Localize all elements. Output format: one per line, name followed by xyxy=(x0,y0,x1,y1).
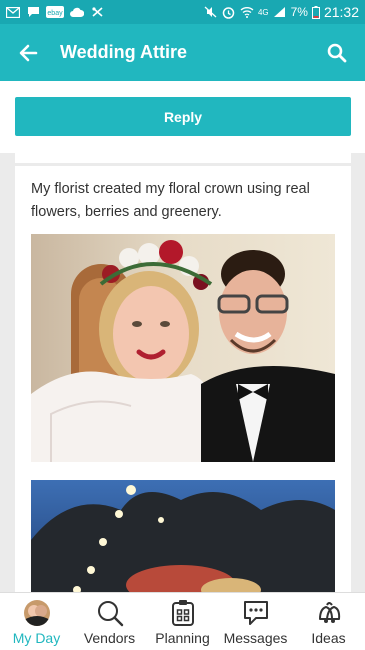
app-bar: Wedding Attire xyxy=(0,24,365,81)
chat-icon xyxy=(26,6,40,18)
post-card: My florist created my floral crown using… xyxy=(15,166,351,600)
cloud-icon xyxy=(70,6,84,18)
arrow-left-icon xyxy=(19,44,38,61)
nav-label-my-day: My Day xyxy=(12,630,61,646)
wifi-icon xyxy=(240,6,254,18)
svg-text:ebay: ebay xyxy=(47,10,63,17)
nav-messages[interactable]: Messages xyxy=(219,593,292,650)
nav-label-vendors: Vendors xyxy=(83,630,136,646)
back-button[interactable] xyxy=(0,24,56,81)
reply-area: Reply xyxy=(0,81,365,153)
nav-my-day[interactable]: My Day xyxy=(0,593,73,650)
ebay-icon: ebay xyxy=(46,6,64,18)
signal-icon xyxy=(273,6,287,18)
clock: 21:32 xyxy=(323,4,359,20)
network-label: 4G xyxy=(257,7,269,17)
post-photo-2[interactable] xyxy=(31,480,335,600)
reply-button[interactable]: Reply xyxy=(15,97,351,136)
post-photo[interactable] xyxy=(31,234,335,462)
bottom-nav: My Day Vendors Planning Messages Ideas xyxy=(0,592,365,650)
previous-card-edge xyxy=(15,153,351,163)
crossed-icon xyxy=(90,6,104,18)
nav-label-messages: Messages xyxy=(223,630,288,646)
nav-label-planning: Planning xyxy=(155,630,210,646)
message-icon xyxy=(241,599,271,627)
planner-icon xyxy=(168,599,198,627)
gmail-icon xyxy=(6,6,20,18)
battery-percent: 7% xyxy=(290,5,308,19)
bells-icon xyxy=(314,599,344,627)
battery-icon xyxy=(311,5,320,19)
search-icon xyxy=(95,599,125,627)
alarm-icon xyxy=(222,6,236,19)
post-text: My florist created my floral crown using… xyxy=(31,181,310,220)
nav-planning[interactable]: Planning xyxy=(146,593,219,650)
status-system: 4G 7% 21:32 xyxy=(204,4,359,20)
avatar xyxy=(22,599,52,627)
nav-label-ideas: Ideas xyxy=(311,630,346,646)
mute-icon xyxy=(204,6,218,18)
search-button[interactable] xyxy=(309,24,365,81)
nav-vendors[interactable]: Vendors xyxy=(73,593,146,650)
status-notifications: ebay xyxy=(6,6,104,18)
nav-ideas[interactable]: Ideas xyxy=(292,593,365,650)
page-title: Wedding Attire xyxy=(60,42,187,62)
status-bar: ebay 4G 7% 21:32 xyxy=(0,0,365,24)
search-icon xyxy=(327,43,347,62)
